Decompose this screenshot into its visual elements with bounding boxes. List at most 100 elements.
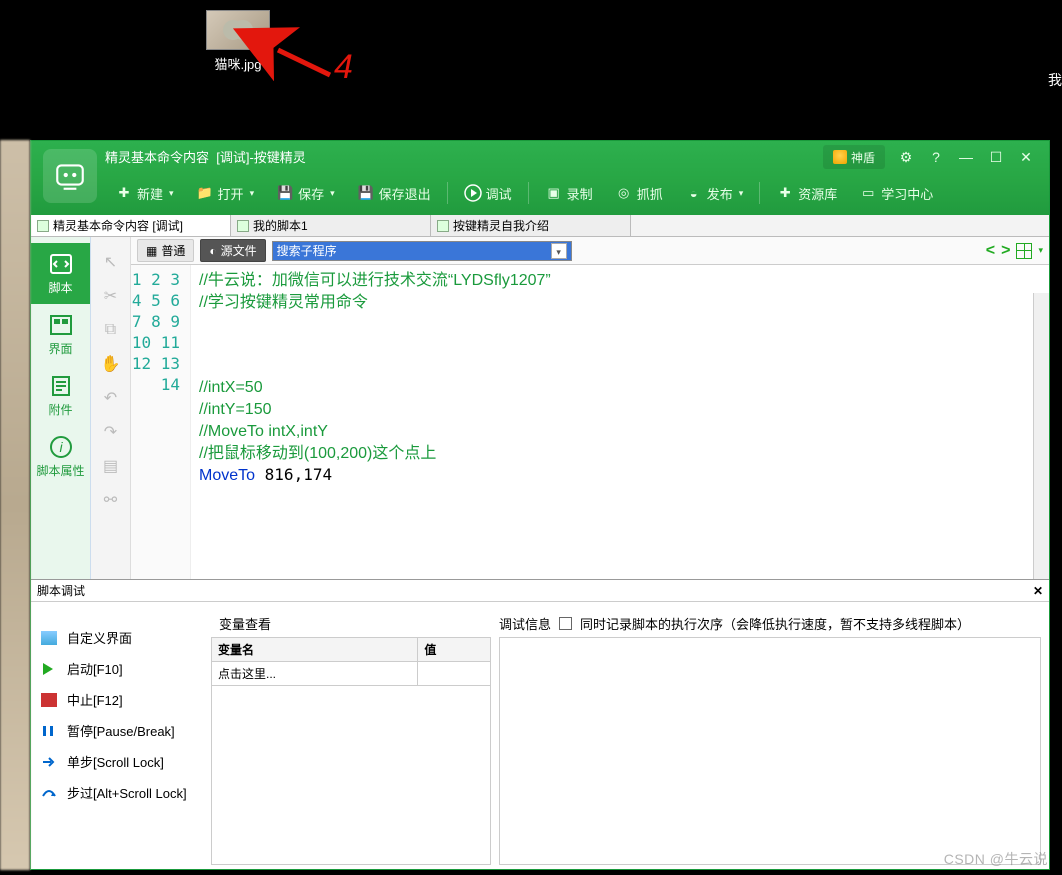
grid-icon: ▦ [146,244,157,258]
tool-pointer[interactable]: ↖ [91,245,130,279]
view-source-toggle[interactable]: ◐源文件 [200,239,265,262]
nav-prev[interactable]: < [986,242,995,260]
resource-icon: ✚ [776,184,794,202]
file-tab-2[interactable]: 我的脚本1 [231,215,431,236]
file-label: 猫咪.jpg [203,54,273,73]
debug-panel: 脚本调试 ✕ 自定义界面 启动[F10] 中止[F12] 暂停[Pause/Br… [31,579,1049,869]
action-step-over[interactable]: 步过[Alt+Scroll Lock] [39,777,203,808]
capture-button[interactable]: ◎抓抓 [605,180,673,207]
save-exit-icon: 💾 [357,184,375,202]
caret-down-icon: ▾ [739,188,744,199]
tool-hand[interactable]: ✋ [91,347,130,381]
col-varname[interactable]: 变量名 [212,638,418,662]
varwatch-header: 变量查看 [211,610,491,637]
shield-icon [833,150,847,164]
varwatch-table[interactable]: 变量名值 点击这里... [211,637,491,686]
col-value[interactable]: 值 [418,638,491,662]
svg-text:i: i [59,439,63,455]
open-button[interactable]: 📁打开▾ [186,180,265,207]
play-icon [41,662,57,676]
tool-redo[interactable]: ↷ [91,415,130,449]
new-button[interactable]: ✚新建▾ [105,180,184,207]
action-custom-ui[interactable]: 自定义界面 [39,622,203,653]
file-icon [37,220,49,232]
resource-button[interactable]: ✚资源库 [766,180,847,207]
file-tab-1[interactable]: 精灵基本命令内容 [调试] [31,215,231,236]
desktop: 猫咪.jpg 我 [0,0,1062,140]
save-icon: 💾 [276,184,294,202]
caret-down-icon: ▾ [250,188,255,199]
file-icon [437,220,449,232]
pause-icon [41,724,57,738]
view-normal-toggle[interactable]: ▦普通 [137,239,194,262]
sidenav-ui[interactable]: 界面 [31,304,90,365]
minimize-button[interactable]: — [951,145,981,169]
save-button[interactable]: 💾保存▾ [266,180,345,207]
rightedge-char: 我 [1048,70,1062,90]
window-title: 精灵基本命令内容 [调试]-按键精灵 [105,147,306,166]
book-icon: ▭ [859,184,877,202]
tool-cut[interactable]: ✂ [91,279,130,313]
save-exit-button[interactable]: 💾保存退出 [347,180,441,207]
sidenav-script[interactable]: 脚本 [31,243,90,304]
main-toolbar: ✚新建▾ 📁打开▾ 💾保存▾ 💾保存退出 调试 ▣录制 ◎抓抓 ◒发布▾ ✚资源… [31,171,1049,215]
action-stop[interactable]: 中止[F12] [39,684,203,715]
debug-button[interactable]: 调试 [454,180,522,207]
debug-info: 调试信息 同时记录脚本的执行次序（会降低执行速度，暂不支持多线程脚本） [491,602,1049,869]
publish-button[interactable]: ◒发布▾ [675,180,754,207]
step-icon [41,755,57,769]
shield-button[interactable]: 神盾 [823,145,885,169]
tool-link[interactable]: ⚯ [91,483,130,517]
close-button[interactable]: ✕ [1011,145,1041,169]
debug-close[interactable]: ✕ [1033,584,1043,598]
close-icon: ✕ [1020,149,1032,166]
ui-icon [46,312,76,338]
capture-icon: ◎ [615,184,633,202]
settings-button[interactable]: ⚙ [891,145,921,169]
maximize-button[interactable]: ☐ [981,145,1011,169]
titlebar: 精灵基本命令内容 [调试]-按键精灵 神盾 ⚙ ? — ☐ ✕ ✚新建▾ 📁打开… [31,141,1049,215]
separator [447,182,448,204]
tool-paste[interactable]: ▤ [91,449,130,483]
step-over-icon [41,786,57,800]
action-step[interactable]: 单步[Scroll Lock] [39,746,203,777]
dropdown-caret-icon[interactable]: ▾ [551,243,567,259]
watermark: CSDN @牛云说 [944,849,1048,869]
desktop-file-cat[interactable]: 猫咪.jpg [203,10,273,73]
gear-icon: ⚙ [900,149,913,166]
help-button[interactable]: ? [921,145,951,169]
action-start[interactable]: 启动[F10] [39,653,203,684]
record-button[interactable]: ▣录制 [535,180,603,207]
study-button[interactable]: ▭学习中心 [849,180,943,207]
search-subroutine[interactable]: 搜索子程序 ▾ [272,241,572,261]
tool-copy[interactable]: ⧉ [91,313,130,347]
separator [528,182,529,204]
sidenav-props[interactable]: i脚本属性 [31,426,90,487]
app-logo [43,149,97,203]
plus-icon: ✚ [115,184,133,202]
varwatch-body[interactable] [211,686,491,865]
record-order-label: 同时记录脚本的执行次序（会降低执行速度，暂不支持多线程脚本） [580,614,970,633]
debuginfo-pane[interactable] [499,637,1041,865]
file-tabbar: 精灵基本命令内容 [调试] 我的脚本1 按键精灵自我介绍 [31,215,1049,237]
bg-strip [0,140,30,870]
record-order-checkbox[interactable] [559,617,572,630]
caret-down-icon: ▾ [330,188,335,199]
sidenav-attach[interactable]: 附件 [31,365,90,426]
editor-toolbar: ▦普通 ◐源文件 搜索子程序 ▾ < > ▾ [131,237,1049,265]
varwatch-hint-cell[interactable]: 点击这里... [212,662,418,686]
debug-actions: 自定义界面 启动[F10] 中止[F12] 暂停[Pause/Break] 单步… [31,602,211,869]
attach-icon [46,373,76,399]
camera-icon: ▣ [545,184,563,202]
info-icon: i [46,434,76,460]
caret-down-icon: ▾ [169,188,174,199]
layout-grid-button[interactable] [1016,243,1032,259]
search-placeholder: 搜索子程序 [277,242,337,259]
tool-undo[interactable]: ↶ [91,381,130,415]
separator [759,182,760,204]
file-tab-3[interactable]: 按键精灵自我介绍 [431,215,631,236]
nav-next[interactable]: > [1001,242,1010,260]
action-pause[interactable]: 暂停[Pause/Break] [39,715,203,746]
stop-icon [41,693,57,707]
window-controls: 神盾 ⚙ ? — ☐ ✕ [823,145,1041,169]
